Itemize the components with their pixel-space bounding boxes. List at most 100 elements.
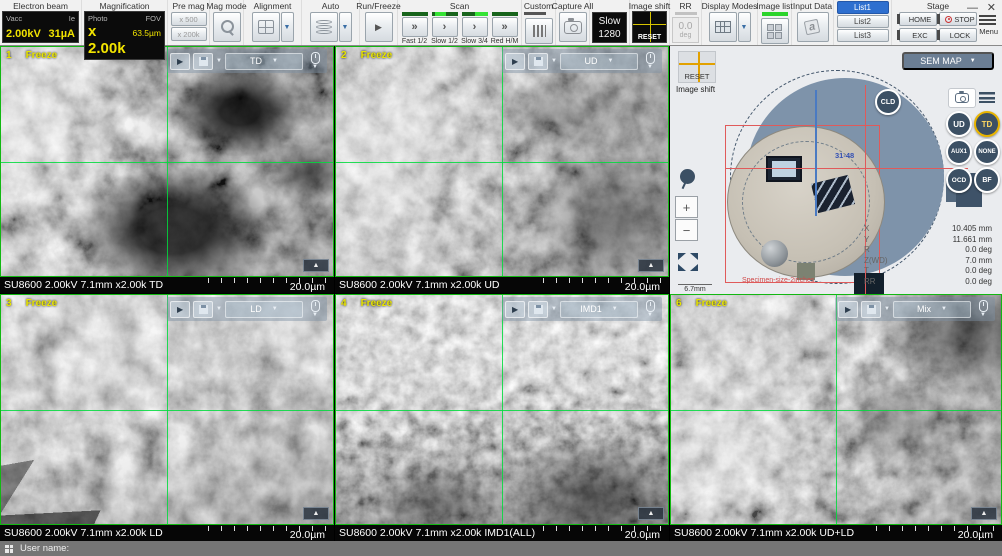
- save-button[interactable]: [528, 53, 548, 70]
- scan-redhm-button[interactable]: »: [492, 17, 518, 37]
- list3-tab[interactable]: List3: [837, 29, 889, 42]
- stage-stop-button[interactable]: STOP: [939, 12, 977, 26]
- group-label: Run/Freeze: [356, 1, 400, 11]
- collapse-button[interactable]: ▲: [303, 259, 329, 272]
- map-camera-button[interactable]: [948, 88, 976, 108]
- auto-dropdown-button[interactable]: ▼: [339, 12, 352, 42]
- save-button[interactable]: [861, 301, 881, 318]
- pre-mag-200k-button[interactable]: x 200k: [171, 27, 207, 41]
- sem-map-mode-dropdown[interactable]: SEM MAP▼: [902, 52, 994, 70]
- detector-none-button[interactable]: NONE: [974, 139, 1000, 165]
- scan-slow34-button[interactable]: ›: [462, 17, 488, 37]
- image-shift-reset-button[interactable]: RESET: [633, 34, 666, 41]
- save-button[interactable]: [193, 53, 213, 70]
- detector-aux1-button[interactable]: AUX1: [946, 139, 972, 165]
- map-image-shift-label: Image shift: [676, 85, 715, 94]
- scan-slow12-button[interactable]: ›: [432, 17, 458, 37]
- run-button[interactable]: ▶: [170, 53, 190, 70]
- alignment-dropdown-button[interactable]: ▼: [281, 12, 294, 42]
- auto-button[interactable]: [310, 12, 338, 42]
- mouse-mode-button[interactable]: ▼: [641, 300, 659, 319]
- save-button[interactable]: [193, 301, 213, 318]
- image-list-button[interactable]: [761, 18, 789, 44]
- map-fit-icon[interactable]: [678, 253, 698, 271]
- menu-icon[interactable]: [979, 15, 996, 25]
- map-image-shift-reset-button[interactable]: RESET: [678, 51, 716, 83]
- mouse-mode-button[interactable]: ▼: [306, 52, 324, 71]
- group-label: Mag mode: [206, 1, 246, 11]
- map-zoom-out-button[interactable]: −: [675, 219, 698, 241]
- save-dropdown-icon[interactable]: ▼: [551, 58, 557, 64]
- run-button[interactable]: ▶: [505, 301, 525, 318]
- save-button[interactable]: [528, 301, 548, 318]
- mouse-mode-button[interactable]: ▼: [974, 300, 992, 319]
- alignment-button[interactable]: [252, 12, 280, 42]
- collapse-button[interactable]: ▲: [638, 259, 664, 272]
- sem-image-imd1[interactable]: 4Freeze ▶ ▼ IMD1▼ ▼ ▲: [335, 294, 669, 525]
- display-modes-button[interactable]: [709, 12, 737, 42]
- detector-select[interactable]: UD▼: [560, 53, 638, 70]
- scale-value: 20.0µm: [290, 281, 325, 293]
- detector-td-button[interactable]: TD: [974, 111, 1000, 137]
- detector-ocd-button[interactable]: OCD: [946, 167, 972, 193]
- list2-tab[interactable]: List2: [837, 15, 889, 28]
- detector-select[interactable]: IMD1▼: [560, 301, 638, 318]
- sem-image-td[interactable]: 1Freeze ▶ ▼ TD▼ ▼ ▲: [0, 46, 334, 277]
- collapse-button[interactable]: ▲: [971, 507, 997, 520]
- save-dropdown-icon[interactable]: ▼: [884, 306, 890, 312]
- pre-mag-500-button[interactable]: x 500: [171, 12, 207, 26]
- stage-exc-button[interactable]: EXC: [899, 28, 937, 42]
- map-pin-icon[interactable]: [680, 169, 695, 184]
- collapse-button[interactable]: ▲: [638, 507, 664, 520]
- close-button[interactable]: ✕: [987, 1, 996, 14]
- list1-tab[interactable]: List1: [837, 1, 889, 14]
- capture-all-button[interactable]: [559, 12, 587, 42]
- panel-toolbar: ▶ ▼ UD▼ ▼: [502, 49, 662, 73]
- save-dropdown-icon[interactable]: ▼: [216, 306, 222, 312]
- panel-toolbar: ▶ ▼ IMD1▼ ▼: [502, 297, 662, 321]
- mouse-mode-button[interactable]: ▼: [306, 300, 324, 319]
- save-dropdown-icon[interactable]: ▼: [551, 306, 557, 312]
- minimize-button[interactable]: —: [967, 2, 978, 14]
- input-data-button[interactable]: a: [797, 12, 829, 42]
- sem-image-ud[interactable]: 2Freeze ▶ ▼ UD▼ ▼ ▲: [335, 46, 669, 277]
- group-input-data: Input Data a: [792, 0, 834, 45]
- group-label: Input Data: [793, 1, 832, 11]
- save-dropdown-icon[interactable]: ▼: [216, 58, 222, 64]
- stage-lock-button[interactable]: LOCK: [939, 28, 977, 42]
- display-modes-dropdown-button[interactable]: ▼: [738, 12, 751, 42]
- stage-home-button[interactable]: HOME: [899, 12, 937, 26]
- image-shift-pad[interactable]: RESET: [632, 11, 667, 43]
- sample-pointer-line: [815, 90, 817, 216]
- rr-field[interactable]: 0.0 deg: [672, 17, 699, 43]
- status-bar: User name:: [0, 541, 1002, 556]
- run-button[interactable]: ▶: [838, 301, 858, 318]
- sem-image-ld[interactable]: 3Freeze ▶ ▼ LD▼ ▼ ▲: [0, 294, 334, 525]
- run-button[interactable]: ▶: [505, 53, 525, 70]
- sem-image-mix[interactable]: 6Freeze ▶ ▼ Mix▼ ▼ ▲: [670, 294, 1002, 525]
- map-zoom-in-button[interactable]: +: [675, 196, 698, 218]
- vacc-label: Vacc: [6, 14, 22, 23]
- collapse-button[interactable]: ▲: [303, 507, 329, 520]
- sem-map-panel: 31-48 Specimen-size-2inches RESET Image …: [670, 46, 1002, 294]
- map-menu-icon[interactable]: [979, 92, 995, 103]
- detector-ud-button[interactable]: UD: [946, 111, 972, 137]
- mag-mode-button[interactable]: [213, 12, 241, 42]
- detector-bf-button[interactable]: BF: [974, 167, 1000, 193]
- specimen-holder-photo[interactable]: [727, 126, 885, 278]
- scan-fast12-button[interactable]: »: [402, 17, 428, 37]
- detector-cld-button[interactable]: CLD: [875, 89, 901, 115]
- run-button[interactable]: ▶: [170, 301, 190, 318]
- mouse-mode-button[interactable]: ▼: [641, 52, 659, 71]
- detector-select[interactable]: LD▼: [225, 301, 303, 318]
- map-scale-label: 6.7mm: [678, 284, 712, 293]
- custom-button[interactable]: [525, 18, 553, 44]
- mouse-icon: [311, 52, 320, 64]
- detector-select[interactable]: Mix▼: [893, 301, 971, 318]
- display-grid-icon: [715, 21, 731, 33]
- rr-value: 0.0: [679, 21, 693, 32]
- detector-select[interactable]: TD▼: [225, 53, 303, 70]
- run-freeze-button[interactable]: ▶: [365, 12, 393, 42]
- quad-grid-icon: [767, 24, 782, 39]
- freeze-status: 1Freeze: [6, 50, 57, 61]
